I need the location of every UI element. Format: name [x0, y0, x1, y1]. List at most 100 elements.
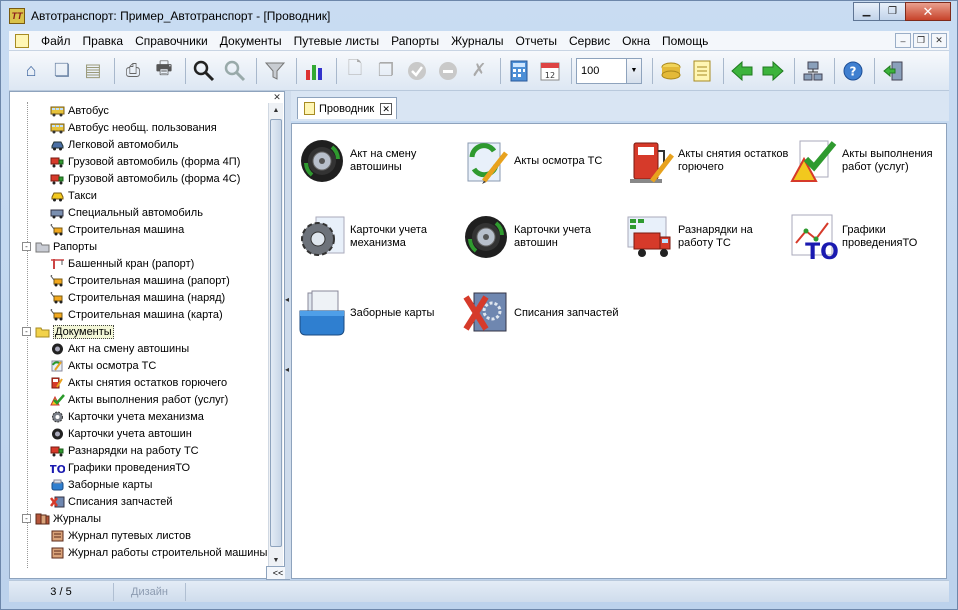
chart-icon[interactable] [301, 57, 329, 85]
copy-documents-icon[interactable]: ❏ [48, 57, 76, 85]
explorer-item[interactable]: Акты снятия остатков горючего [626, 136, 790, 186]
tree-item[interactable]: Акт на смену автошины [10, 340, 268, 357]
tree-item[interactable]: Автобус необщ. пользования [10, 119, 268, 136]
tree-item[interactable]: - Журналы [10, 510, 268, 527]
tree-item[interactable]: TO Графики проведенияТО [10, 459, 268, 476]
print-preview-icon[interactable]: ⎙ [119, 57, 147, 85]
menu-journals[interactable]: Журналы [445, 34, 509, 48]
tree-item[interactable]: Журнал работы строительной машины [10, 544, 268, 561]
window-title: Автотранспорт: Пример_Автотранспорт - [П… [31, 8, 331, 23]
scroll-up-icon[interactable]: ▲ [269, 103, 283, 118]
mdi-minimize-button[interactable]: – [895, 33, 911, 48]
tree-item[interactable]: Строительная машина [10, 221, 268, 238]
tree-item[interactable]: Башенный кран (рапорт) [10, 255, 268, 272]
exit-icon[interactable] [879, 57, 907, 85]
tree-item-label: Списания запчастей [68, 495, 173, 508]
tree-item[interactable]: Разнарядки на работу ТС [10, 442, 268, 459]
explorer-item-label: Графики проведенияТО [842, 224, 918, 249]
explorer-item[interactable]: Разнарядки на работу ТС [626, 212, 790, 262]
tree-scrollbar[interactable]: ▲ ▼ [268, 103, 283, 568]
explorer-item[interactable]: TO Графики проведенияТО [790, 212, 954, 262]
tree-item[interactable]: Карточки учета механизма [10, 408, 268, 425]
arrow-right-icon[interactable] [759, 57, 787, 85]
scroll-thumb[interactable] [270, 119, 282, 547]
minimize-button[interactable]: ▁ [853, 2, 880, 21]
construction-machine-icon [50, 274, 65, 287]
delete-document-icon[interactable]: ✗ [465, 57, 493, 85]
database-icon[interactable] [657, 57, 685, 85]
tree-item-label: Грузовой автомобиль (форма 4П) [68, 155, 241, 168]
filter-icon[interactable] [261, 57, 289, 85]
explorer-item[interactable]: Карточки учета автошин [462, 212, 626, 262]
tree-item-label: Акты снятия остатков горючего [68, 376, 228, 389]
menu-edit[interactable]: Правка [77, 34, 130, 48]
search-icon[interactable] [190, 57, 218, 85]
mdi-restore-button[interactable]: ❐ [913, 33, 929, 48]
printer-icon[interactable]: 🖶 [150, 57, 178, 85]
tree-item[interactable]: Акты выполнения работ (услуг) [10, 391, 268, 408]
menu-reports[interactable]: Рапорты [385, 34, 445, 48]
menu-service[interactable]: Сервис [563, 34, 616, 48]
mdi-close-button[interactable]: ✕ [931, 33, 947, 48]
new-document-icon[interactable]: 🗋 [341, 57, 369, 85]
menu-waybills[interactable]: Путевые листы [288, 34, 386, 48]
maximize-button[interactable]: ❐ [879, 2, 906, 21]
explorer-item[interactable]: Акты выполнения работ (услуг) [790, 136, 954, 186]
chevron-down-icon[interactable]: ▼ [626, 58, 641, 83]
tab-explorer[interactable]: Проводник ✕ [297, 97, 397, 119]
tree-item[interactable]: - Документы [10, 323, 268, 340]
tree-item[interactable]: Грузовой автомобиль (форма 4С) [10, 170, 268, 187]
approve-icon[interactable] [403, 57, 431, 85]
network-icon[interactable] [799, 57, 827, 85]
tree-item[interactable]: Грузовой автомобиль (форма 4П) [10, 153, 268, 170]
calendar-icon[interactable]: 12 [536, 57, 564, 85]
tree-item[interactable]: Заборные карты [10, 476, 268, 493]
close-button[interactable]: ✕ [905, 2, 951, 21]
tree-item[interactable]: Автобус [10, 102, 268, 119]
truck-icon [50, 444, 65, 457]
tree-item-label: Журнал работы строительной машины [68, 546, 268, 559]
collapse-icon[interactable]: - [22, 514, 31, 523]
tree-item[interactable]: Строительная машина (рапорт) [10, 272, 268, 289]
document-icon[interactable] [15, 33, 29, 48]
menu-file[interactable]: Файл [35, 34, 77, 48]
gear-icon [50, 410, 65, 423]
explorer-item[interactable]: Списания запчастей [462, 288, 626, 338]
arrow-left-icon[interactable] [728, 57, 756, 85]
explorer-item[interactable]: Заборные карты [298, 288, 462, 338]
tree-item[interactable]: Специальный автомобиль [10, 204, 268, 221]
calculator-icon[interactable] [505, 57, 533, 85]
menu-directories[interactable]: Справочники [129, 34, 214, 48]
tree-item[interactable]: Карточки учета автошин [10, 425, 268, 442]
tree-item[interactable]: Акты осмотра ТС [10, 357, 268, 374]
tree-item[interactable]: Журнал путевых листов [10, 527, 268, 544]
tree-item[interactable]: Такси [10, 187, 268, 204]
menu-statements[interactable]: Отчеты [510, 34, 563, 48]
explorer-item[interactable]: Карточки учета механизма [298, 212, 462, 262]
tree-item[interactable]: Строительная машина (карта) [10, 306, 268, 323]
menu-help[interactable]: Помощь [656, 34, 714, 48]
collapse-icon[interactable]: - [22, 242, 31, 251]
tree-item[interactable]: Списания запчастей [10, 493, 268, 510]
search-next-icon[interactable] [221, 57, 249, 85]
cancel-icon[interactable] [434, 57, 462, 85]
close-panel-icon[interactable]: ✕ [272, 93, 282, 103]
notes-icon[interactable] [688, 57, 716, 85]
document-icon [304, 102, 315, 115]
close-tab-icon[interactable]: ✕ [380, 102, 393, 115]
explorer-item[interactable]: Акты осмотра ТС [462, 136, 626, 186]
tree-item[interactable]: - Рапорты [10, 238, 268, 255]
menu-documents[interactable]: Документы [214, 34, 288, 48]
explorer-item[interactable]: Акт на смену автошины [298, 136, 462, 186]
help-icon[interactable]: ? [839, 57, 867, 85]
copy-icon[interactable]: ❐ [372, 57, 400, 85]
zoom-select[interactable]: 100 ▼ [576, 57, 642, 84]
menu-windows[interactable]: Окна [616, 34, 656, 48]
fuel-icon [626, 137, 674, 185]
collapse-icon[interactable]: - [22, 327, 31, 336]
paste-documents-icon[interactable]: ▤ [79, 57, 107, 85]
tree-item[interactable]: Строительная машина (наряд) [10, 289, 268, 306]
home-icon[interactable]: ⌂ [17, 57, 45, 85]
tree-item[interactable]: Легковой автомобиль [10, 136, 268, 153]
tree-item[interactable]: Акты снятия остатков горючего [10, 374, 268, 391]
